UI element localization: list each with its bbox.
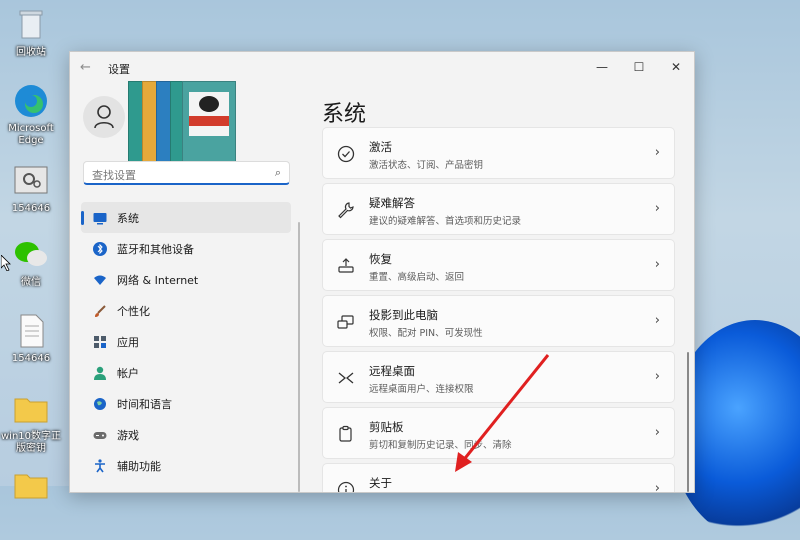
accessibility-icon (95, 459, 105, 473)
title-bar: ← 设置 — ☐ ✕ (70, 52, 694, 82)
sidebar-item-network[interactable]: 网络 & Internet (81, 264, 291, 295)
wechat-icon (12, 236, 50, 274)
maximize-button[interactable]: ☐ (629, 58, 649, 76)
desktop-icon-recycle-bin[interactable]: 回收站 (0, 6, 62, 59)
card-activation[interactable]: 激活 激活状态、订阅、产品密钥 › (322, 127, 675, 179)
sidebar-item-label: 帐户 (117, 367, 139, 380)
sidebar-item-label: 蓝牙和其他设备 (117, 243, 194, 256)
sidebar-item-gaming[interactable]: 游戏 (81, 419, 291, 450)
back-button[interactable]: ← (80, 60, 91, 75)
globe-icon (94, 398, 106, 410)
chevron-right-icon: › (654, 369, 660, 384)
sidebar-item-time-language[interactable]: 时间和语言 (81, 388, 291, 419)
book-covers-image (128, 81, 236, 163)
sidebar-item-label: 应用 (117, 336, 139, 349)
card-troubleshoot[interactable]: 疑难解答 建议的疑难解答、首选项和历史记录 › (322, 183, 675, 235)
desktop-icon-edge[interactable]: Microsoft Edge (0, 82, 62, 147)
desktop-icon-folder[interactable]: win10数字正 版密钥 (0, 390, 62, 455)
card-title: 投影到此电脑 (369, 308, 438, 322)
card-clipboard[interactable]: 剪贴板 剪切和复制历史记录、同步、清除 › (322, 407, 675, 459)
card-title: 远程桌面 (369, 364, 415, 378)
card-subtitle: 远程桌面用户、连接权限 (369, 384, 474, 395)
wifi-icon (94, 275, 106, 285)
folder-icon (12, 466, 50, 504)
card-title: 激活 (369, 140, 392, 154)
card-remote-desktop[interactable]: 远程桌面 远程桌面用户、连接权限 › (322, 351, 675, 403)
edge-icon (12, 82, 50, 120)
sidebar-item-label: 时间和语言 (117, 398, 172, 411)
card-subtitle: 激活状态、订阅、产品密钥 (369, 160, 484, 171)
content-scrollbar[interactable] (687, 352, 689, 492)
desktop-icon-label: 微信 (21, 277, 41, 288)
avatar[interactable] (83, 96, 125, 138)
desktop-icon-label: 154646 (11, 353, 51, 364)
folder-icon (12, 390, 50, 428)
monitor-icon (93, 213, 107, 225)
card-subtitle: 剪切和复制历史记录、同步、清除 (369, 440, 512, 451)
desktop-icon-label: win10数字正 版密钥 (0, 431, 62, 454)
sidebar-item-accessibility[interactable]: 辅助功能 (81, 450, 291, 481)
desktop-icon-label: 回收站 (16, 47, 46, 58)
chevron-right-icon: › (654, 201, 660, 216)
card-subtitle: 重置、高级启动、返回 (369, 272, 465, 283)
person-icon (94, 366, 106, 380)
chevron-right-icon: › (654, 145, 660, 160)
desktop-icon-folder-2[interactable] (0, 466, 62, 507)
desktop-icon-label: Microsoft Edge (8, 123, 54, 146)
search-placeholder: 查找设置 (92, 169, 136, 182)
chevron-right-icon: › (654, 481, 660, 493)
settings-shortcut-icon (12, 162, 50, 200)
sidebar-item-label: 游戏 (117, 429, 139, 442)
check-circle-icon (337, 145, 355, 163)
settings-window: ← 设置 — ☐ ✕ 查找设置 ⌕ 系统 蓝牙和其他设备 网络 & Intern… (69, 51, 695, 493)
brush-icon (95, 305, 106, 317)
card-title: 疑难解答 (369, 196, 415, 210)
project-icon (337, 315, 354, 329)
chevron-right-icon: › (654, 257, 660, 272)
card-title: 关于 (369, 476, 392, 490)
sidebar-item-bluetooth[interactable]: 蓝牙和其他设备 (81, 233, 291, 264)
sidebar-item-apps[interactable]: 应用 (81, 326, 291, 357)
card-title: 剪贴板 (369, 420, 404, 434)
apps-icon (94, 336, 106, 348)
card-recovery[interactable]: 恢复 重置、高级启动、返回 › (322, 239, 675, 291)
window-title: 设置 (108, 63, 130, 76)
sidebar-nav: 系统 蓝牙和其他设备 网络 & Internet 个性化 应用 帐户 时间和语言 (81, 202, 291, 481)
sidebar-item-system[interactable]: 系统 (81, 202, 291, 233)
desktop-icon-154646-file[interactable]: 154646 (0, 312, 62, 365)
mouse-cursor (0, 254, 11, 274)
search-input[interactable]: 查找设置 ⌕ (83, 161, 290, 185)
sidebar-scrollbar[interactable] (298, 222, 300, 492)
chevron-right-icon: › (654, 313, 660, 328)
clipboard-icon (339, 425, 352, 442)
remote-icon (338, 372, 354, 384)
wrench-icon (338, 202, 354, 219)
card-project-to-pc[interactable]: 投影到此电脑 权限、配对 PIN、可发现性 › (322, 295, 675, 347)
card-subtitle: 权限、配对 PIN、可发现性 (369, 328, 483, 339)
sidebar-item-personalization[interactable]: 个性化 (81, 295, 291, 326)
info-icon (337, 481, 355, 492)
desktop-icon-label: 154646 (11, 203, 51, 214)
card-about[interactable]: 关于 › (322, 463, 675, 493)
sidebar-item-label: 个性化 (117, 305, 150, 318)
sidebar-item-label: 网络 & Internet (117, 274, 199, 287)
card-subtitle: 建议的疑难解答、首选项和历史记录 (369, 216, 522, 227)
recovery-icon (338, 258, 354, 273)
active-indicator (81, 211, 84, 225)
recycle-bin-icon (12, 6, 50, 44)
document-icon (12, 312, 50, 350)
sidebar-item-label: 辅助功能 (117, 460, 161, 473)
page-title: 系统 (322, 102, 367, 127)
person-icon (94, 105, 114, 129)
close-button[interactable]: ✕ (666, 58, 686, 76)
card-title: 恢复 (369, 252, 392, 266)
sidebar-item-accounts[interactable]: 帐户 (81, 357, 291, 388)
gamepad-icon (93, 432, 107, 439)
minimize-button[interactable]: — (592, 58, 612, 76)
sidebar-item-label: 系统 (117, 212, 139, 225)
desktop-icon-154646[interactable]: 154646 (0, 162, 62, 215)
search-icon[interactable]: ⌕ (275, 166, 281, 180)
chevron-right-icon: › (654, 425, 660, 440)
bluetooth-icon (93, 242, 107, 256)
